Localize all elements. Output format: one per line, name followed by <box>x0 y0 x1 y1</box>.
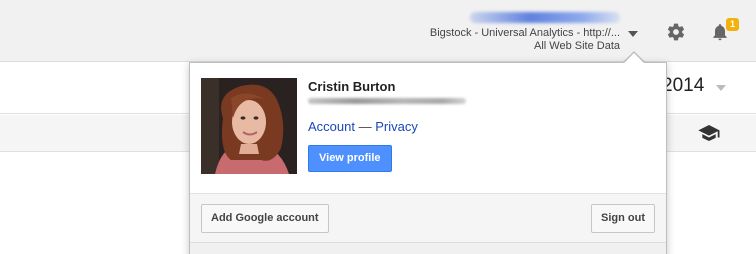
view-profile-button[interactable]: View profile <box>308 145 392 172</box>
account-links: Account — Privacy <box>308 119 418 134</box>
chevron-down-icon <box>716 85 726 91</box>
notifications-button[interactable]: 1 <box>710 18 740 44</box>
account-link[interactable]: Account <box>308 119 355 134</box>
date-range-selector[interactable]: 2014 <box>662 75 726 101</box>
popup-arrow-fill <box>624 53 644 63</box>
user-name: Cristin Burton <box>308 79 396 94</box>
avatar[interactable] <box>201 78 297 174</box>
sign-out-button[interactable]: Sign out <box>591 204 655 233</box>
link-separator: — <box>358 119 372 134</box>
date-year: 2014 <box>662 75 705 96</box>
graduation-cap-icon[interactable] <box>698 125 720 141</box>
gear-icon[interactable] <box>666 22 686 42</box>
popup-footer: Add Google account Sign out <box>190 193 666 242</box>
account-popup: Cristin Burton Account — Privacy View pr… <box>189 62 667 254</box>
account-switcher[interactable]: Bigstock - Universal Analytics - http://… <box>398 10 648 54</box>
privacy-link[interactable]: Privacy <box>375 119 418 134</box>
view-name: All Web Site Data <box>533 40 620 52</box>
chevron-down-icon[interactable] <box>628 31 638 37</box>
user-email-redacted <box>308 98 466 104</box>
property-name: Bigstock - Universal Analytics - http://… <box>429 27 620 39</box>
add-google-account-button[interactable]: Add Google account <box>201 204 329 233</box>
account-email-redacted <box>470 12 620 23</box>
popup-bottom-strip <box>190 242 666 254</box>
notification-badge: 1 <box>726 18 739 31</box>
